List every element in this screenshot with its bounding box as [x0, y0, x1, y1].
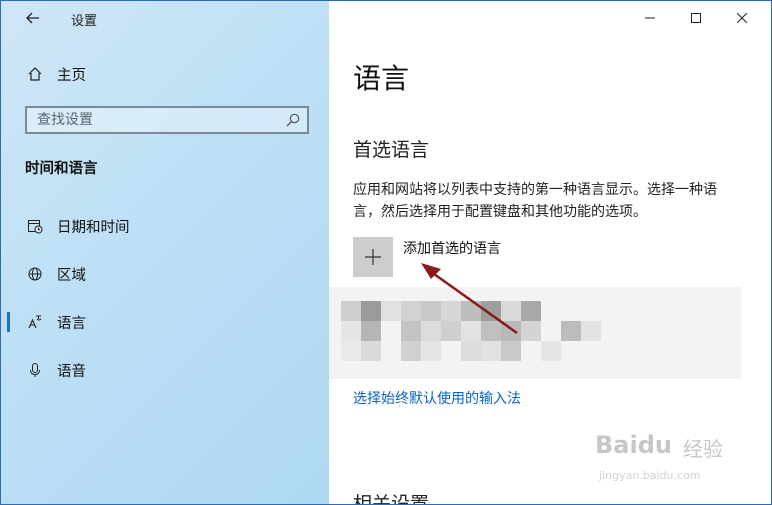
microphone-icon	[26, 361, 44, 379]
baidu-watermark: Baidu 经验 jingyan.baidu.com	[591, 421, 741, 493]
sidebar-item-home[interactable]: 主页	[1, 58, 329, 90]
sidebar-item-date-time[interactable]: 日期和时间	[1, 210, 329, 242]
active-indicator	[7, 312, 10, 332]
search-icon[interactable]	[285, 112, 301, 128]
back-arrow-icon	[26, 12, 39, 24]
sidebar: 设置 主页 时间和语言 日期和时间 区域	[1, 1, 329, 504]
sidebar-item-label: 日期和时间	[57, 219, 130, 236]
calendar-clock-icon	[26, 217, 44, 235]
search-input[interactable]	[27, 108, 277, 132]
back-button[interactable]	[21, 8, 45, 30]
home-icon	[26, 65, 44, 83]
sidebar-item-label: 区域	[57, 267, 86, 284]
language-icon	[26, 313, 44, 331]
sidebar-item-label: 语音	[57, 363, 86, 380]
globe-icon	[26, 265, 44, 283]
sidebar-item-speech[interactable]: 语音	[1, 354, 329, 386]
sidebar-item-label: 语言	[57, 315, 86, 332]
sidebar-item-label: 主页	[57, 67, 86, 84]
settings-window: 设置 主页 时间和语言 日期和时间 区域	[0, 0, 772, 505]
watermark-cn: 经验	[683, 437, 723, 461]
title-bar: 设置	[1, 1, 329, 37]
main-content: 语言 首选语言 应用和网站将以列表中支持的第一种语言显示。选择一种语言，然后选择…	[329, 1, 771, 504]
app-title: 设置	[71, 14, 98, 29]
watermark-brand: Baidu	[595, 431, 672, 459]
sidebar-item-region[interactable]: 区域	[1, 258, 329, 290]
search-box	[25, 106, 309, 134]
watermark-url: jingyan.baidu.com	[599, 469, 701, 482]
section-title: 时间和语言	[25, 161, 98, 177]
sidebar-item-language[interactable]: 语言	[1, 306, 329, 338]
